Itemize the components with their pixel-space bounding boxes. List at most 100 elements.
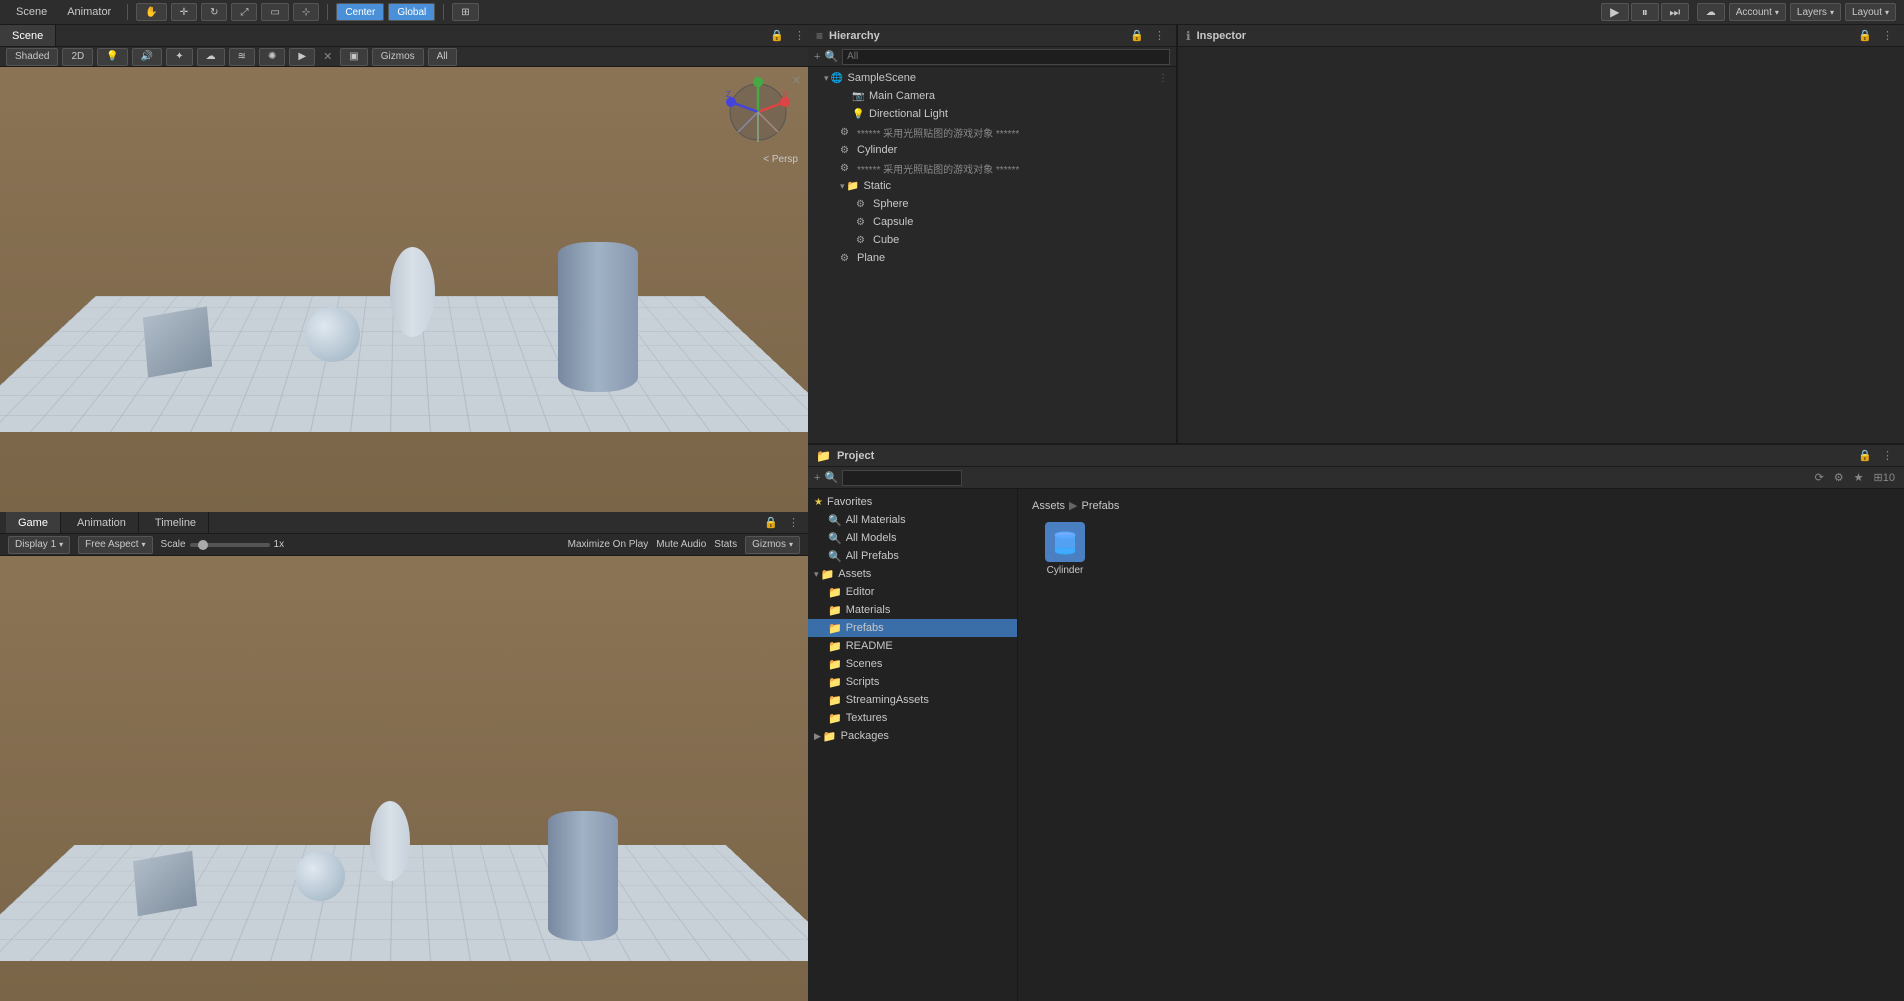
game-tab[interactable]: Game	[6, 512, 61, 533]
top-toolbar: Scene Animator ✋ ✛ ↻ ⤢ ▭ ⊹ Center Global…	[0, 0, 1904, 25]
maximize-label[interactable]: Maximize On Play	[568, 539, 649, 550]
packages-expand-icon[interactable]: ▶	[814, 731, 821, 742]
hier-lock-btn[interactable]: 🔒	[1127, 28, 1147, 43]
asset-cylinder[interactable]: Cylinder	[1030, 518, 1100, 580]
scenes-folder[interactable]: 📁 Scenes	[808, 655, 1017, 673]
tool-rect[interactable]: ▭	[261, 3, 288, 21]
proj-sync-btn[interactable]: ⟳	[1812, 470, 1827, 485]
shading-dropdown[interactable]: Shaded	[6, 48, 58, 66]
scene-effects-btn[interactable]: ✦	[166, 48, 192, 66]
tool-transform[interactable]: ⊹	[293, 3, 319, 21]
tool-rotate[interactable]: ↻	[201, 3, 227, 21]
timeline-tab[interactable]: Timeline	[143, 512, 209, 533]
tool-move[interactable]: ✛	[171, 3, 197, 21]
grid-btn[interactable]: ⊞	[452, 3, 478, 21]
scene-tab[interactable]: Scene	[0, 25, 56, 46]
breadcrumb-prefabs[interactable]: Prefabs	[1081, 500, 1119, 512]
tab-animator[interactable]: Animator	[59, 4, 119, 20]
game-lock-btn[interactable]: 🔒	[761, 515, 781, 530]
scene-capsule	[390, 247, 435, 337]
scene-more[interactable]: ⋮	[1158, 73, 1176, 84]
all-btn[interactable]: All	[428, 48, 457, 66]
pause-button[interactable]: ⏸	[1631, 3, 1659, 21]
game-content[interactable]	[0, 556, 808, 1001]
scene-sky-btn[interactable]: ☁	[197, 48, 225, 66]
tree-item-plane[interactable]: ⚙ Plane	[808, 249, 1176, 267]
assets-group[interactable]: ▾ 📁 Assets	[808, 565, 1017, 583]
scene-audio-btn[interactable]: 🔊	[132, 48, 162, 66]
tree-item-static[interactable]: ▾ 📁 Static	[808, 177, 1176, 195]
layout-dropdown[interactable]: Layout	[1845, 3, 1896, 21]
scene-more-btn[interactable]: ⋮	[791, 28, 808, 43]
display-dropdown[interactable]: Display 1	[8, 536, 70, 554]
view-2d-btn[interactable]: 2D	[62, 48, 93, 66]
editor-folder[interactable]: 📁 Editor	[808, 583, 1017, 601]
tree-item-unnamed1[interactable]: ⚙ ****** 采用光照贴图的游戏对象 ******	[808, 123, 1176, 141]
game-sphere	[295, 851, 345, 901]
materials-folder[interactable]: 📁 Materials	[808, 601, 1017, 619]
project-search-input[interactable]	[842, 470, 962, 486]
expand-static[interactable]: ▾	[840, 181, 845, 192]
tree-item-capsule[interactable]: ⚙ Capsule	[808, 213, 1176, 231]
proj-more-btn[interactable]: ⋮	[1879, 448, 1896, 463]
all-models-item[interactable]: 🔍 All Models	[808, 529, 1017, 547]
tool-hand[interactable]: ✋	[136, 3, 166, 21]
scene-lock-btn[interactable]: 🔒	[767, 28, 787, 43]
collab-btn[interactable]: ☁	[1697, 3, 1725, 21]
assets-expand-icon[interactable]: ▾	[814, 569, 819, 580]
textures-folder[interactable]: 📁 Textures	[808, 709, 1017, 727]
proj-star-btn[interactable]: ★	[1851, 470, 1867, 485]
layers-dropdown[interactable]: Layers	[1790, 3, 1841, 21]
hier-add-btn[interactable]: +	[814, 51, 820, 63]
game-gizmos-dropdown[interactable]: Gizmos	[745, 536, 800, 554]
scene-content[interactable]: ✕ X Y	[0, 67, 808, 512]
scene-lights-btn[interactable]: 💡	[97, 48, 127, 66]
mute-label[interactable]: Mute Audio	[656, 539, 706, 550]
hier-more-btn[interactable]: ⋮	[1151, 28, 1168, 43]
proj-lock-btn[interactable]: 🔒	[1855, 448, 1875, 463]
scenes-label: Scenes	[846, 658, 883, 670]
breadcrumb-assets[interactable]: Assets	[1032, 500, 1065, 512]
favorites-group[interactable]: ★ Favorites	[808, 493, 1017, 511]
scene-fog-btn[interactable]: ≋	[229, 48, 255, 66]
tree-item-dir-light[interactable]: 💡 Directional Light	[808, 105, 1176, 123]
streaming-folder[interactable]: 📁 StreamingAssets	[808, 691, 1017, 709]
scene-x-btn[interactable]: ✕	[323, 50, 332, 63]
scene-flares-btn[interactable]: ✺	[259, 48, 285, 66]
all-prefabs-item[interactable]: 🔍 All Prefabs	[808, 547, 1017, 565]
scene-animated-btn[interactable]: ▶	[289, 48, 315, 66]
tab-scene[interactable]: Scene	[8, 4, 55, 20]
scripts-folder[interactable]: 📁 Scripts	[808, 673, 1017, 691]
readme-folder[interactable]: 📁 README	[808, 637, 1017, 655]
tree-item-sample-scene[interactable]: ▾ 🌐 SampleScene ⋮	[808, 69, 1176, 87]
plane-icon: ⚙	[840, 253, 854, 264]
scale-track[interactable]	[190, 543, 270, 547]
proj-add-btn[interactable]: +	[814, 472, 820, 484]
camera-size-btn[interactable]: ▣	[340, 48, 367, 66]
expand-sample-scene[interactable]: ▾	[824, 73, 829, 84]
step-button[interactable]: ⏭	[1661, 3, 1689, 21]
gizmos-btn[interactable]: Gizmos	[372, 48, 424, 66]
tree-item-cube[interactable]: ⚙ Cube	[808, 231, 1176, 249]
account-dropdown[interactable]: Account	[1729, 3, 1786, 21]
space-btn[interactable]: Global	[388, 3, 435, 21]
tool-scale[interactable]: ⤢	[231, 3, 257, 21]
all-materials-item[interactable]: 🔍 All Materials	[808, 511, 1017, 529]
tree-item-sphere[interactable]: ⚙ Sphere	[808, 195, 1176, 213]
animation-tab[interactable]: Animation	[65, 512, 139, 533]
packages-group[interactable]: ▶ 📁 Packages	[808, 727, 1017, 745]
prefabs-folder[interactable]: 📁 Prefabs	[808, 619, 1017, 637]
stats-label[interactable]: Stats	[714, 539, 737, 550]
game-more-btn[interactable]: ⋮	[785, 515, 802, 530]
scene-3d[interactable]: ✕ X Y	[0, 67, 808, 512]
tree-item-cylinder[interactable]: ⚙ Cylinder	[808, 141, 1176, 159]
tree-item-unnamed2[interactable]: ⚙ ****** 采用光照贴图的游戏对象 ******	[808, 159, 1176, 177]
aspect-dropdown[interactable]: Free Aspect	[78, 536, 152, 554]
proj-settings-btn[interactable]: ⚙	[1831, 470, 1847, 485]
play-button[interactable]: ▶	[1601, 3, 1629, 21]
insp-more-btn[interactable]: ⋮	[1879, 28, 1896, 43]
pivot-btn[interactable]: Center	[336, 3, 384, 21]
insp-lock-btn[interactable]: 🔒	[1855, 28, 1875, 43]
hierarchy-search-input[interactable]	[842, 49, 1170, 65]
tree-item-main-camera[interactable]: 📷 Main Camera	[808, 87, 1176, 105]
